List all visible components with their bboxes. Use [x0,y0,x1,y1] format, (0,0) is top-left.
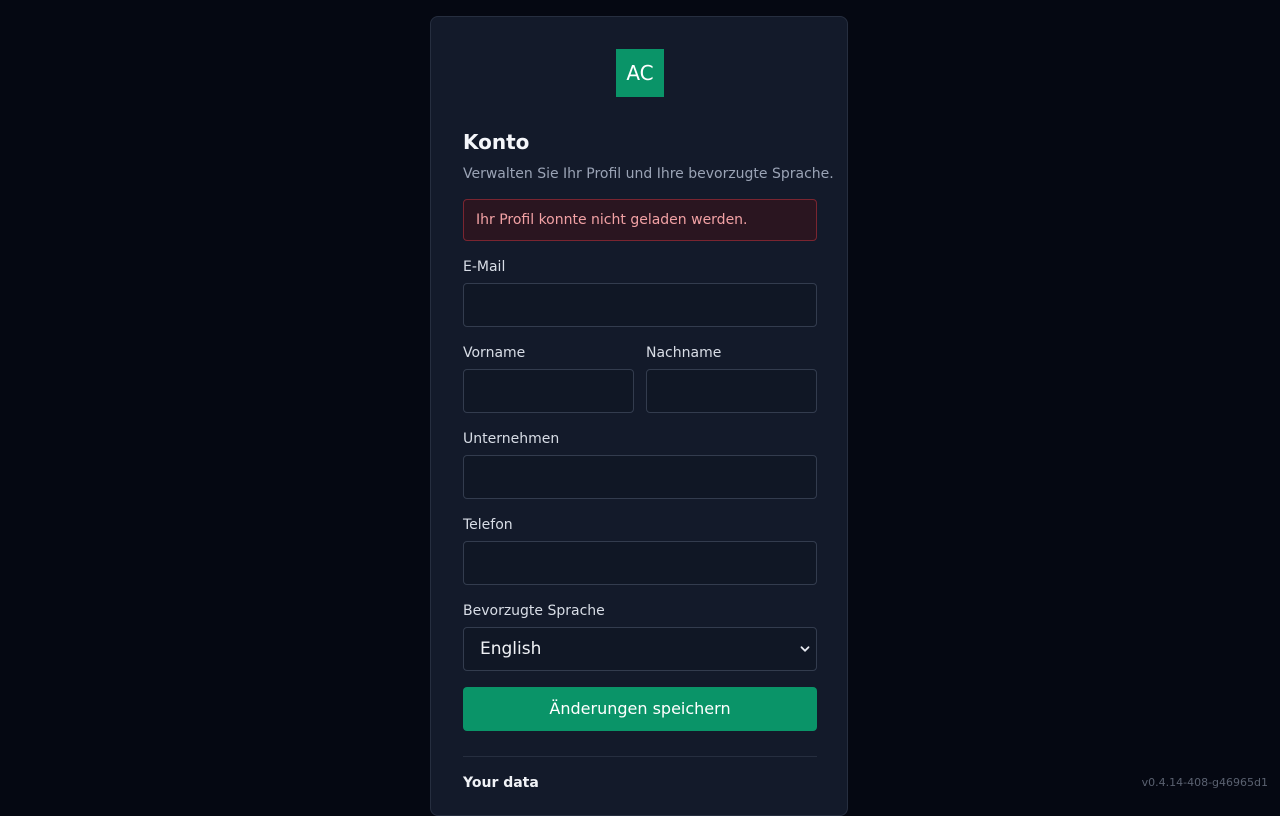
language-select-value: English [480,628,541,670]
email-label: E-Mail [463,258,505,276]
page-subtitle: Verwalten Sie Ihr Profil und Ihre bevorz… [463,164,834,184]
language-label: Bevorzugte Sprache [463,602,605,620]
logo: AC [616,49,664,97]
phone-label: Telefon [463,516,513,534]
first-name-field[interactable] [463,369,634,413]
language-select[interactable]: English [463,627,817,671]
page-title: Konto [463,129,529,155]
save-button[interactable]: Änderungen speichern [463,687,817,731]
chevron-down-icon [800,644,810,654]
last-name-label: Nachname [646,344,721,362]
divider [463,756,817,757]
email-field[interactable] [463,283,817,327]
company-field[interactable] [463,455,817,499]
first-name-label: Vorname [463,344,525,362]
error-alert: Ihr Profil konnte nicht geladen werden. [463,199,817,241]
company-label: Unternehmen [463,430,559,448]
version-label: v0.4.14-408-g46965d1 [1142,776,1268,790]
your-data-heading: Your data [463,774,539,792]
phone-field[interactable] [463,541,817,585]
account-card: AC Konto Verwalten Sie Ihr Profil und Ih… [430,16,848,816]
last-name-field[interactable] [646,369,817,413]
